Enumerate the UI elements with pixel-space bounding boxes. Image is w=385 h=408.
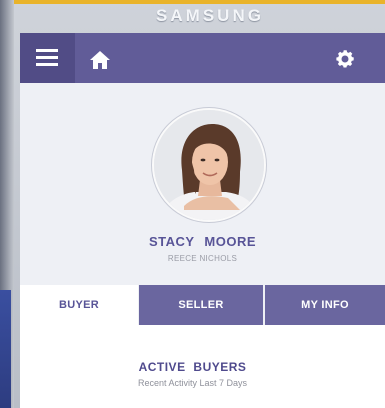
tab-seller[interactable]: SELLER: [139, 285, 263, 325]
agent-name: STACY MOORE: [148, 234, 257, 249]
agent-company: REECE NICHOLS: [167, 254, 238, 263]
buyer-panel: ACTIVE BUYERS Recent Activity Last 7 Day…: [20, 325, 385, 408]
gear-icon[interactable]: [334, 48, 356, 70]
menu-button[interactable]: [20, 33, 75, 83]
app-screen: STACY MOORE REECE NICHOLS BUYER SELLER M…: [20, 33, 385, 408]
tab-buyer[interactable]: BUYER: [20, 285, 138, 325]
tab-my-info[interactable]: MY INFO: [265, 285, 385, 325]
device-top-edge: [0, 0, 385, 4]
section-title: ACTIVE BUYERS: [138, 360, 247, 374]
device-brand-logo: SAMSUNG: [156, 6, 264, 25]
section-subtitle: Recent Activity Last 7 Days: [137, 378, 248, 388]
avatar[interactable]: [152, 108, 266, 222]
tab-bar: BUYER SELLER MY INFO: [20, 285, 385, 325]
device-frame: SAMSUNG STACY MOORE REECE NICHOLS BUYER …: [0, 0, 385, 408]
home-icon[interactable]: [89, 50, 111, 70]
top-nav-bar: [20, 33, 385, 83]
profile-photo: [154, 110, 264, 220]
device-background-strip: [0, 290, 11, 408]
